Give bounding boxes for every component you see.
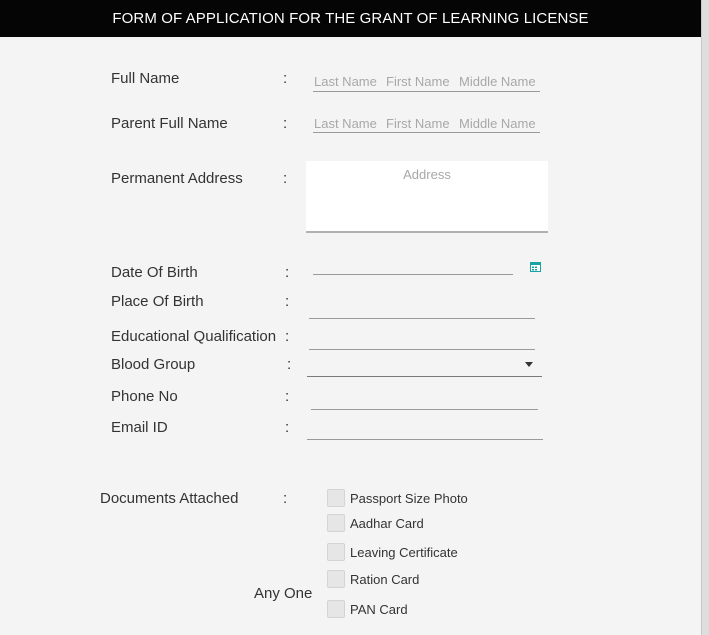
place-of-birth-label: Place Of Birth	[111, 293, 204, 310]
parent-full-name-colon: :	[283, 115, 288, 132]
date-of-birth-label: Date Of Birth	[111, 264, 198, 281]
parent-middle-input[interactable]: Middle Name	[459, 116, 536, 131]
calendar-icon[interactable]	[530, 262, 541, 272]
aadhar-card-label: Aadhar Card	[350, 516, 424, 531]
passport-photo-label: Passport Size Photo	[350, 491, 468, 506]
full-name-last-input[interactable]: Last Name	[314, 74, 377, 89]
place-of-birth-colon: :	[285, 293, 290, 310]
place-of-birth-input[interactable]	[309, 318, 535, 319]
aadhar-card-checkbox[interactable]	[327, 514, 345, 532]
date-of-birth-input[interactable]	[313, 274, 513, 275]
pan-card-label: PAN Card	[350, 602, 408, 617]
leaving-certificate-checkbox[interactable]	[327, 543, 345, 561]
phone-no-label: Phone No	[111, 388, 178, 405]
blood-group-label: Blood Group	[111, 356, 196, 373]
leaving-certificate-label: Leaving Certificate	[350, 545, 458, 560]
educational-qualification-input[interactable]	[309, 349, 535, 350]
educational-qualification-label: Educational Qualification	[111, 328, 277, 345]
window-title: FORM OF APPLICATION FOR THE GRANT OF LEA…	[0, 0, 701, 37]
full-name-underline	[313, 91, 540, 92]
address-textarea[interactable]: Address	[306, 161, 548, 233]
permanent-address-label: Permanent Address	[111, 170, 243, 187]
pan-card-checkbox[interactable]	[327, 600, 345, 618]
full-name-first-input[interactable]: First Name	[386, 74, 450, 89]
any-one-label: Any One	[254, 585, 313, 602]
full-name-label: Full Name	[111, 70, 180, 87]
chevron-down-icon[interactable]	[525, 362, 533, 367]
window-edge	[701, 0, 709, 635]
full-name-colon: :	[283, 70, 288, 87]
full-name-middle-input[interactable]: Middle Name	[459, 74, 536, 89]
email-id-input[interactable]	[307, 439, 543, 440]
email-id-colon: :	[285, 419, 290, 436]
blood-group-colon: :	[287, 356, 292, 373]
email-id-label: Email ID	[111, 419, 168, 436]
phone-no-colon: :	[285, 388, 290, 405]
ration-card-checkbox[interactable]	[327, 570, 345, 588]
date-of-birth-colon: :	[285, 264, 290, 281]
parent-full-name-label: Parent Full Name	[111, 115, 228, 132]
parent-last-input[interactable]: Last Name	[314, 116, 377, 131]
blood-group-select[interactable]	[307, 376, 542, 377]
address-placeholder: Address	[403, 167, 451, 182]
documents-attached-colon: :	[283, 490, 288, 507]
permanent-address-colon: :	[283, 170, 288, 187]
documents-attached-label: Documents Attached	[100, 490, 239, 507]
parent-first-input[interactable]: First Name	[386, 116, 450, 131]
phone-no-input[interactable]	[311, 409, 538, 410]
passport-photo-checkbox[interactable]	[327, 489, 345, 507]
parent-name-underline	[313, 132, 540, 133]
ration-card-label: Ration Card	[350, 572, 420, 587]
educational-qualification-colon: :	[285, 328, 290, 345]
